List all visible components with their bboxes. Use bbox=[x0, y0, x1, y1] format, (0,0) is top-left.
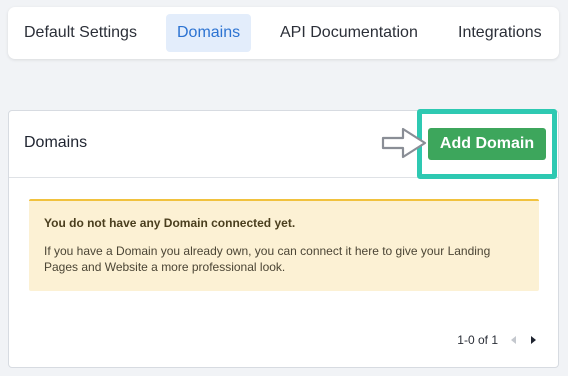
alert-title: You do not have any Domain connected yet… bbox=[44, 216, 296, 230]
chevron-right-icon[interactable] bbox=[528, 334, 538, 346]
pagination: 1-0 of 1 bbox=[457, 333, 538, 347]
card-title: Domains bbox=[24, 134, 88, 151]
pointer-arrow-icon bbox=[381, 127, 427, 159]
add-domain-button[interactable]: Add Domain bbox=[428, 128, 546, 160]
tab-api-documentation[interactable]: API Documentation bbox=[269, 14, 429, 52]
pagination-range: 1-0 of 1 bbox=[457, 333, 498, 347]
tab-domains[interactable]: Domains bbox=[166, 14, 252, 52]
no-domain-alert: You do not have any Domain connected yet… bbox=[29, 199, 539, 291]
chevron-left-icon[interactable] bbox=[508, 334, 518, 346]
domains-card: Domains Add Domain You do not have any D… bbox=[8, 109, 559, 368]
alert-body: If you have a Domain you already own, yo… bbox=[44, 244, 491, 274]
settings-tab-bar: Default Settings Domains API Documentati… bbox=[8, 7, 559, 59]
tab-integrations[interactable]: Integrations bbox=[447, 14, 553, 52]
tab-default-settings[interactable]: Default Settings bbox=[13, 14, 148, 52]
